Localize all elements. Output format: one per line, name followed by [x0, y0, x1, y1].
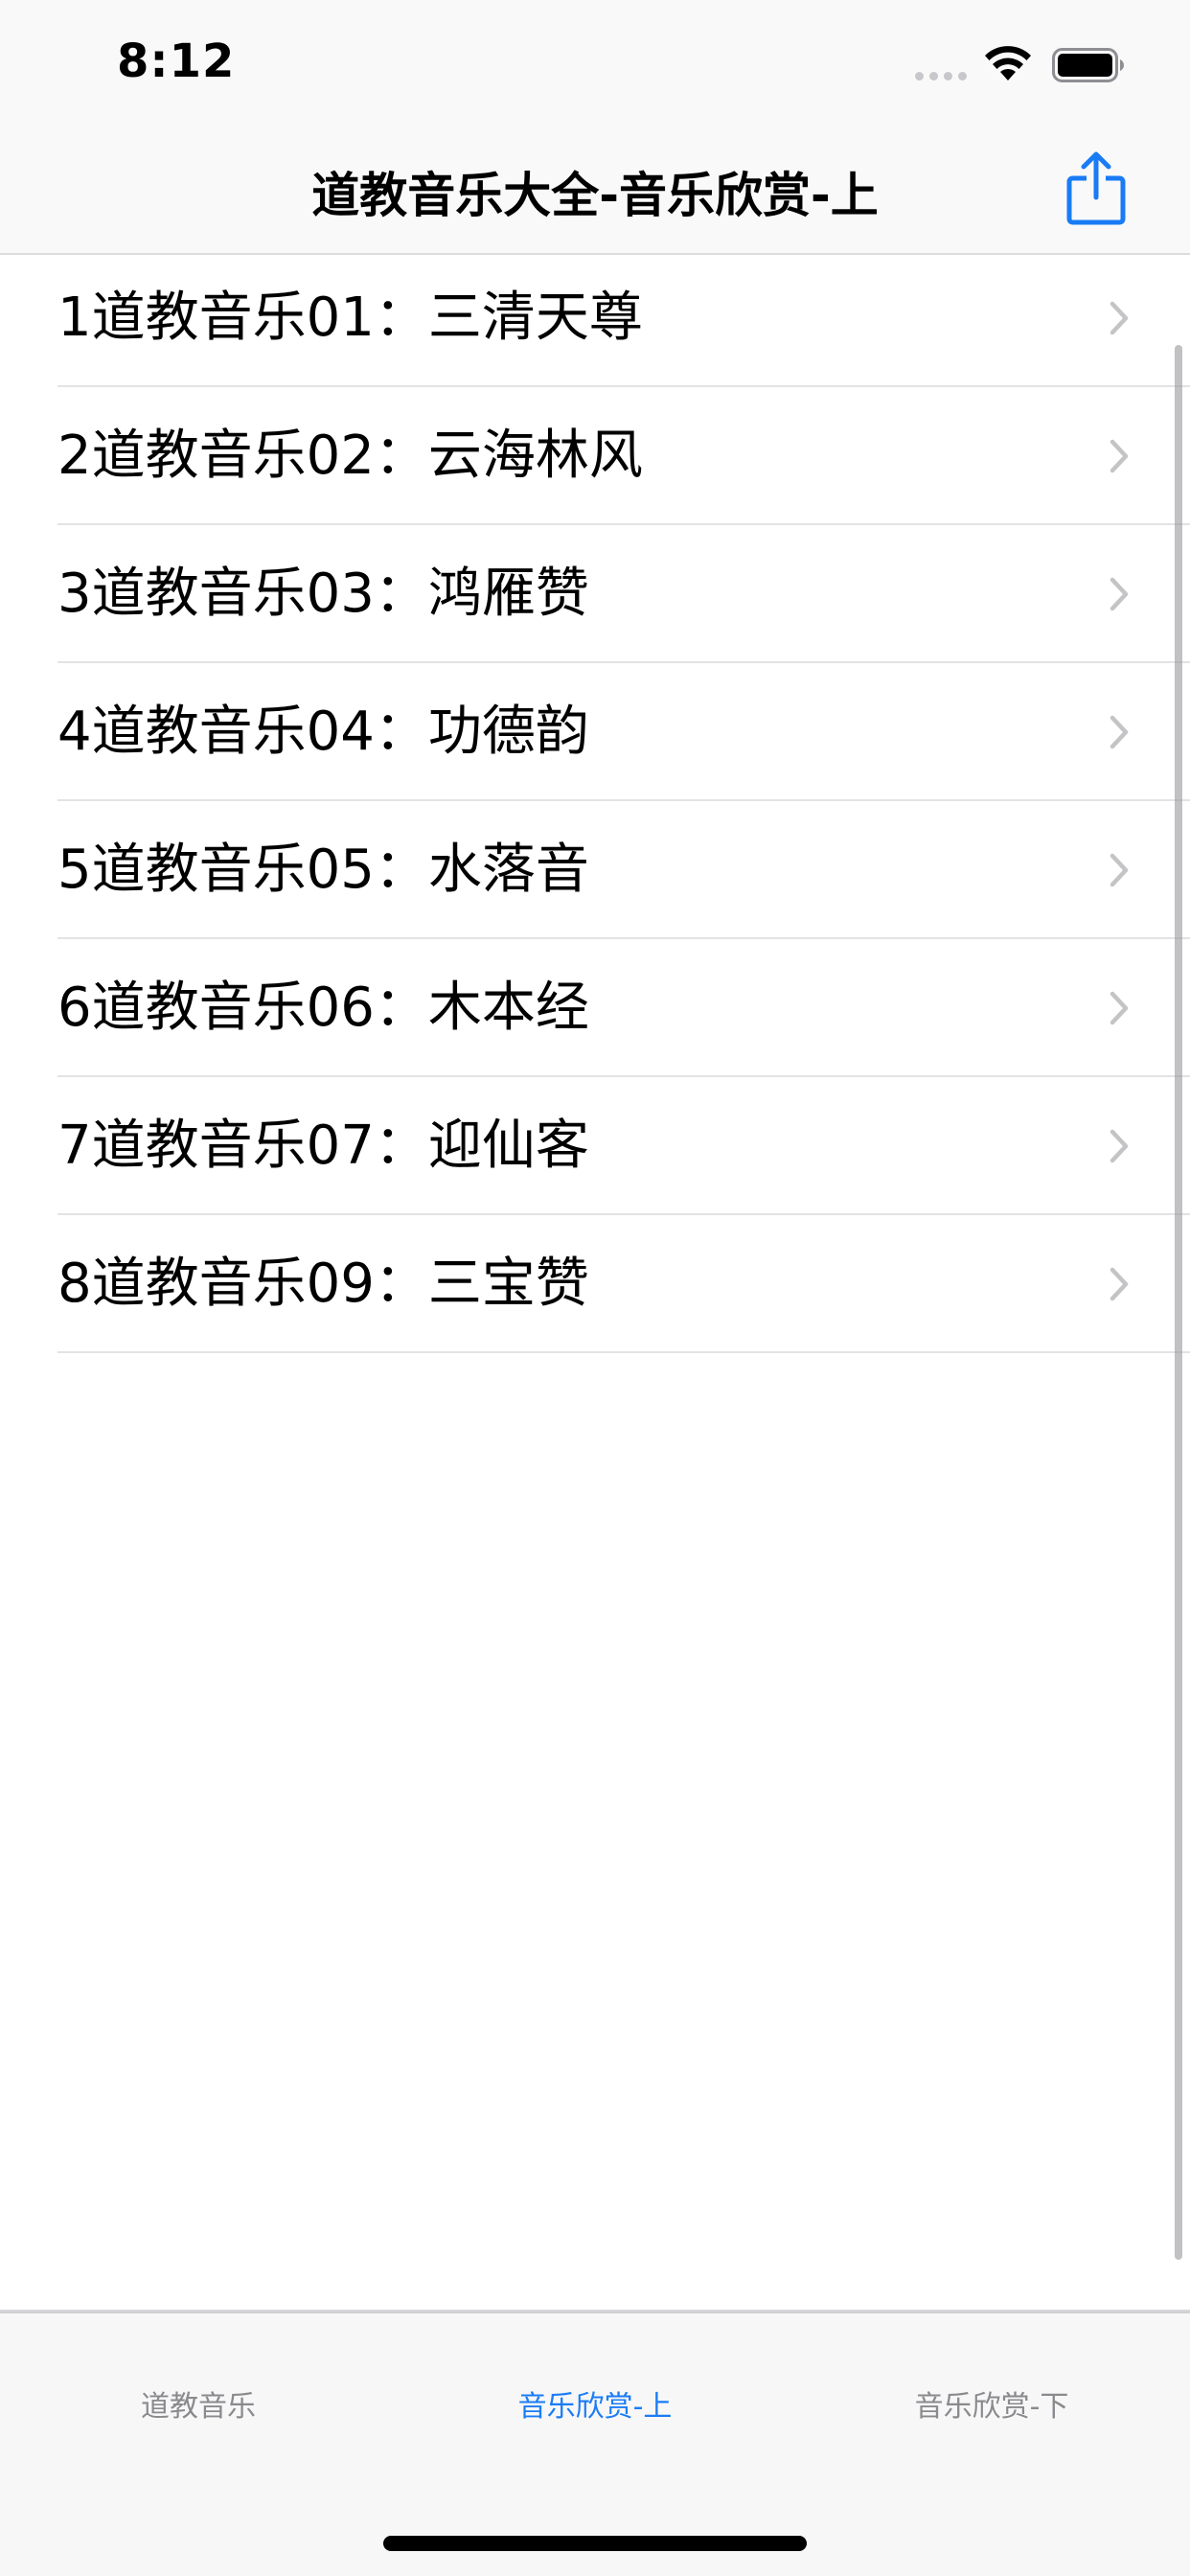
track-list[interactable]: 1道教音乐01：三清天尊 2道教音乐02：云海林风 3道教音乐03：鸿雁赞 4道教音乐… [0, 255, 1190, 1353]
list-item[interactable]: 5道教音乐05：水落音 [0, 801, 1190, 939]
chevron-right-icon [1110, 1129, 1129, 1163]
list-item[interactable]: 2道教音乐02：云海林风 [0, 387, 1190, 525]
status-time: 8:12 [117, 34, 236, 88]
tab-taoist-music[interactable]: 道教音乐 [0, 2382, 397, 2425]
list-item[interactable]: 8道教音乐09：三宝赞 [0, 1215, 1190, 1353]
list-item-label: 7道教音乐07：迎仙客 [57, 1115, 589, 1177]
list-item-label: 3道教音乐03：鸿雁赞 [57, 563, 589, 625]
home-indicator [383, 2536, 807, 2551]
list-item-label: 8道教音乐09：三宝赞 [57, 1253, 589, 1315]
tab-music-appreciation-part2[interactable]: 音乐欣赏-下 [793, 2382, 1190, 2425]
list-item-label: 6道教音乐06：木本经 [57, 977, 589, 1039]
battery-icon [1052, 48, 1124, 82]
list-item-label: 4道教音乐04：功德韵 [57, 701, 589, 763]
chevron-right-icon [1110, 439, 1129, 473]
chevron-right-icon [1110, 577, 1129, 611]
navigation-bar: 道教音乐大全-音乐欣赏-上 [0, 126, 1190, 255]
list-item[interactable]: 1道教音乐01：三清天尊 [0, 255, 1190, 387]
app-screen: 8:12 道教音乐大全-音乐欣赏-上 1道教音乐01：三清天尊 2道教音乐02：云… [0, 0, 1190, 2576]
chevron-right-icon [1110, 1267, 1129, 1301]
chevron-right-icon [1110, 301, 1129, 335]
scroll-indicator[interactable] [1175, 345, 1182, 2260]
status-bar: 8:12 [0, 0, 1190, 126]
tab-music-appreciation-part1[interactable]: 音乐欣赏-上 [397, 2382, 793, 2425]
list-item[interactable]: 3道教音乐03：鸿雁赞 [0, 525, 1190, 663]
list-item[interactable]: 4道教音乐04：功德韵 [0, 663, 1190, 801]
page-title: 道教音乐大全-音乐欣赏-上 [311, 168, 879, 223]
chevron-right-icon [1110, 991, 1129, 1025]
share-icon[interactable] [1064, 148, 1129, 228]
cellular-signal-icon [915, 72, 969, 81]
list-item-label: 2道教音乐02：云海林风 [57, 425, 643, 487]
list-item[interactable]: 7道教音乐07：迎仙客 [0, 1077, 1190, 1215]
list-item-label: 5道教音乐05：水落音 [57, 839, 589, 901]
chevron-right-icon [1110, 715, 1129, 749]
chevron-right-icon [1110, 853, 1129, 887]
list-item[interactable]: 6道教音乐06：木本经 [0, 939, 1190, 1077]
wifi-icon [985, 46, 1031, 80]
list-item-label: 1道教音乐01：三清天尊 [57, 287, 643, 349]
